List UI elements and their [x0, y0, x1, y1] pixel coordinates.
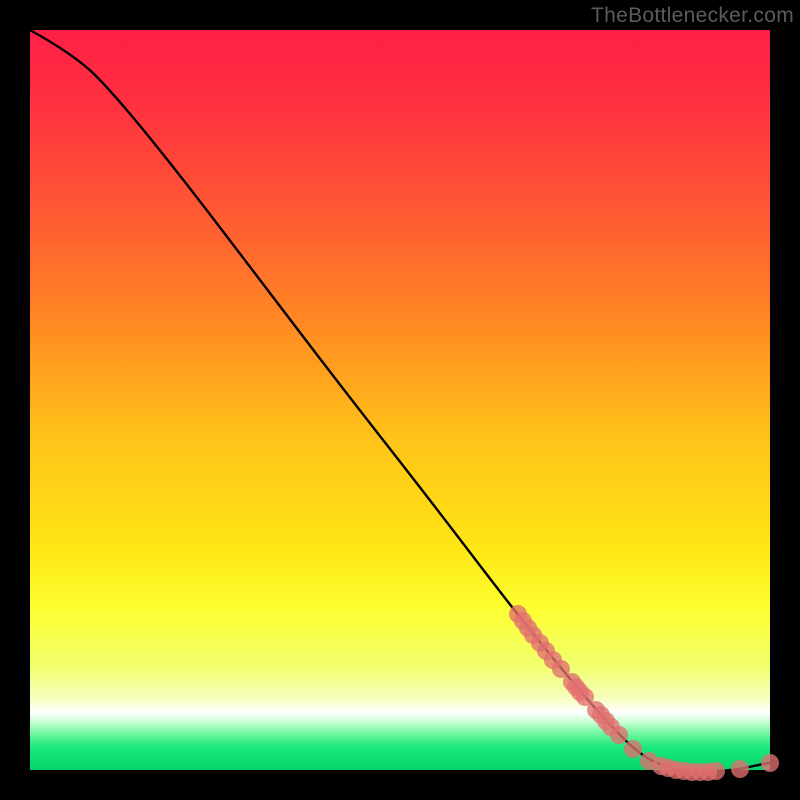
data-marker: [761, 754, 779, 772]
data-marker: [707, 762, 725, 780]
data-marker: [731, 760, 749, 778]
chart-svg: [0, 0, 800, 800]
data-marker: [624, 740, 642, 758]
data-marker: [610, 726, 628, 744]
chart-stage: TheBottlenecker.com: [0, 0, 800, 800]
plot-background: [30, 30, 770, 770]
